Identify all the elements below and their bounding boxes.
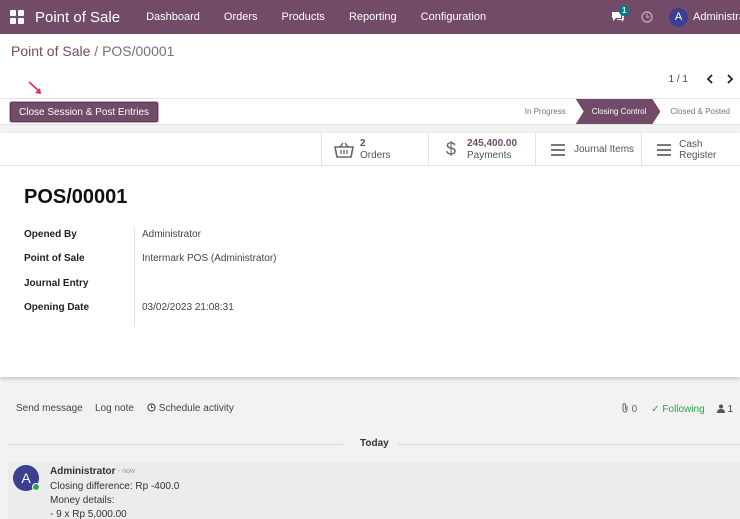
check-icon: ✓ xyxy=(651,403,660,415)
message-time: - now xyxy=(118,468,136,475)
payments-smart-button[interactable]: $ 245,400.00 Payments xyxy=(428,133,535,166)
chatter-follow-area: 0 ✓ Following 1 xyxy=(621,403,733,415)
orders-smart-button[interactable]: 2 Orders xyxy=(321,133,428,166)
messaging-badge: 1 xyxy=(619,5,630,16)
annotation-arrow-icon xyxy=(28,81,41,94)
field-label: Journal Entry xyxy=(24,278,89,289)
journal-items-label: Journal Items xyxy=(574,144,635,155)
payments-value: 245,400.00 xyxy=(467,137,518,149)
followers-count: 1 xyxy=(727,403,733,415)
field-opened-by: Opened By Administrator xyxy=(24,229,584,249)
message-body-line: Money details: xyxy=(50,495,115,506)
date-separator: Today xyxy=(8,437,740,451)
separator-line xyxy=(8,444,343,445)
form-sheet: 2 Orders $ 245,400.00 Payments Journal I… xyxy=(0,133,740,377)
menu-configuration[interactable]: Configuration xyxy=(409,11,498,23)
log-note-button[interactable]: Log note xyxy=(95,403,134,414)
pager-value[interactable]: 1 / 1 xyxy=(669,74,688,85)
cash-register-smart-button[interactable]: Cash Register xyxy=(641,133,740,166)
following-label: Following xyxy=(662,403,705,415)
paperclip-icon xyxy=(622,403,628,413)
today-label: Today xyxy=(360,438,389,449)
field-value[interactable]: Administrator xyxy=(142,229,201,240)
apps-menu-icon[interactable] xyxy=(10,10,24,24)
separator-line xyxy=(398,444,740,445)
payments-label: Payments xyxy=(467,149,512,161)
field-label: Point of Sale xyxy=(24,253,85,264)
dollar-icon: $ xyxy=(445,139,456,159)
clock-icon xyxy=(147,403,156,412)
menu-dashboard[interactable]: Dashboard xyxy=(134,11,212,23)
message-body-line: Closing difference: Rp -400.0 xyxy=(50,481,180,492)
menu-reporting[interactable]: Reporting xyxy=(337,11,409,23)
record-pager: 1 / 1 xyxy=(669,72,740,87)
activity-clock-icon[interactable] xyxy=(641,11,653,23)
attachments-button[interactable]: 0 xyxy=(621,403,637,415)
person-icon xyxy=(716,404,725,413)
following-button[interactable]: ✓ Following xyxy=(651,404,704,415)
message-author[interactable]: Administrator xyxy=(50,466,116,477)
smart-buttons: 2 Orders $ 245,400.00 Payments Journal I… xyxy=(0,133,740,166)
field-opening-date: Opening Date 03/02/2023 21:08:31 xyxy=(24,302,584,322)
field-value: 03/02/2023 21:08:31 xyxy=(142,302,234,313)
breadcrumb: Point of Sale / POS/00001 xyxy=(11,43,174,59)
message-body-line: - 9 x Rp 5,000.00 xyxy=(50,509,127,519)
control-panel: Point of Sale / POS/00001 1 / 1 Close Se… xyxy=(0,34,740,125)
attachments-count: 0 xyxy=(631,404,638,415)
app-brand[interactable]: Point of Sale xyxy=(35,9,120,26)
cash-register-label: Cash Register xyxy=(679,138,717,161)
user-avatar[interactable]: A xyxy=(669,7,688,27)
chevron-right-icon xyxy=(727,74,734,84)
stage-closing-control[interactable]: Closing Control xyxy=(576,99,661,124)
user-menu[interactable]: Administrator xyxy=(693,11,740,23)
stage-in-progress[interactable]: In Progress xyxy=(515,99,576,124)
record-title: POS/00001 xyxy=(24,186,128,208)
close-session-button[interactable]: Close Session & Post Entries xyxy=(10,102,159,122)
send-message-button[interactable]: Send message xyxy=(16,403,83,414)
top-navbar: Point of Sale Dashboard Orders Products … xyxy=(0,0,740,34)
chatter-topbar: Send message Log note Schedule activity … xyxy=(0,399,740,419)
journal-items-smart-button[interactable]: Journal Items xyxy=(535,133,641,166)
field-value[interactable]: Intermark POS (Administrator) xyxy=(142,253,276,264)
menu-orders[interactable]: Orders xyxy=(212,11,270,23)
orders-count: 2 xyxy=(360,137,366,149)
field-journal-entry: Journal Entry xyxy=(24,278,584,298)
field-point-of-sale: Point of Sale Intermark POS (Administrat… xyxy=(24,253,584,273)
form-statusbar: Close Session & Post Entries In Progress… xyxy=(0,98,740,124)
stage-closed-posted[interactable]: Closed & Posted xyxy=(660,99,740,124)
breadcrumb-separator: / xyxy=(94,43,99,59)
basket-icon xyxy=(333,142,355,158)
menu-products[interactable]: Products xyxy=(270,11,337,23)
navbar-systray: 1 A Administrator xyxy=(611,0,740,34)
messaging-icon[interactable]: 1 xyxy=(611,5,630,23)
chevron-left-icon xyxy=(706,74,713,84)
orders-label: Orders xyxy=(360,149,391,161)
stage-selector: In Progress Closing Control Closed & Pos… xyxy=(515,99,740,124)
followers-button[interactable]: 1 xyxy=(716,403,733,415)
field-label: Opening Date xyxy=(24,302,90,313)
field-label: Opened By xyxy=(24,229,77,240)
pager-next-button[interactable] xyxy=(720,72,740,87)
breadcrumb-parent[interactable]: Point of Sale xyxy=(11,43,90,59)
online-status-dot xyxy=(32,483,40,491)
schedule-activity-label: Schedule activity xyxy=(158,403,234,414)
list-icon xyxy=(547,143,569,156)
breadcrumb-current: POS/00001 xyxy=(102,43,175,59)
schedule-activity-button[interactable]: Schedule activity xyxy=(147,403,234,414)
list-icon xyxy=(653,143,674,156)
pager-previous-button[interactable] xyxy=(700,72,720,87)
chatter-message: A Administrator - now Closing difference… xyxy=(8,462,740,519)
